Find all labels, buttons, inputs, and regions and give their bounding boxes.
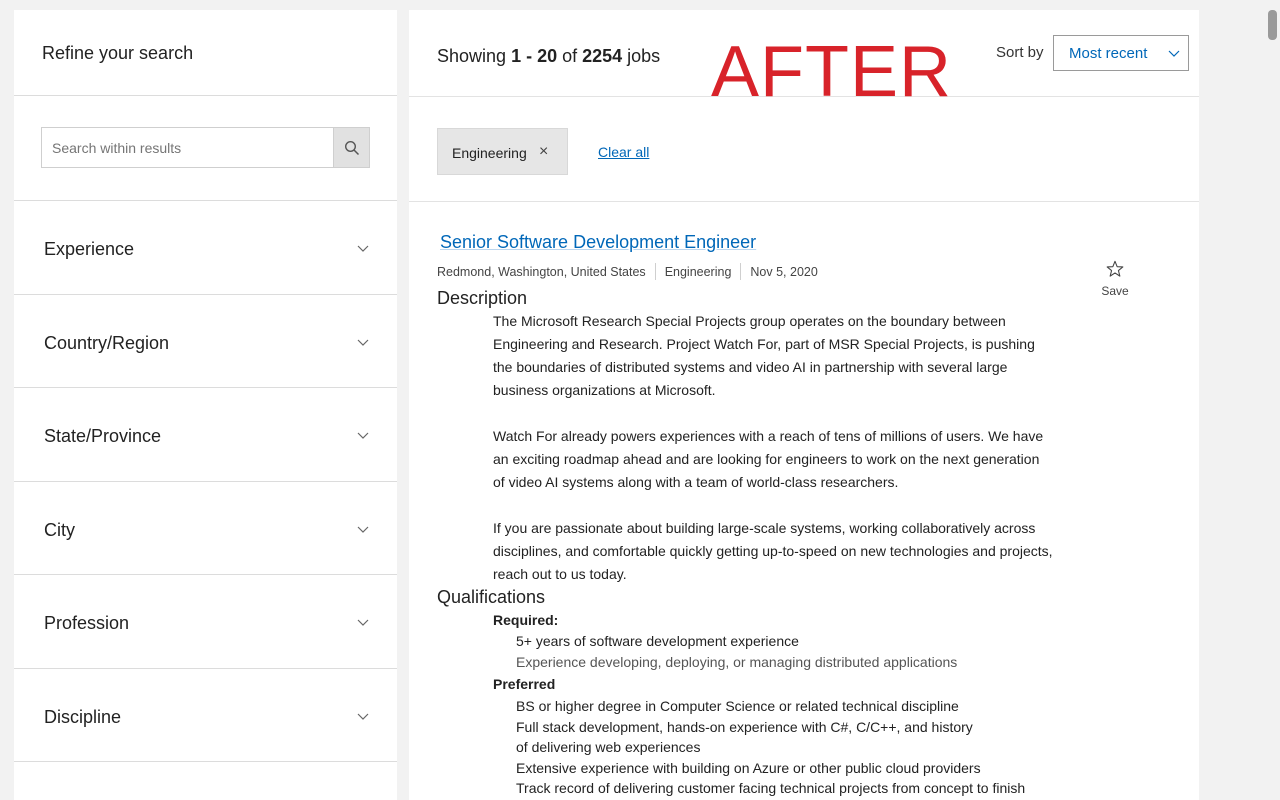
refine-sidebar: Refine your search Experience Country/Re… <box>14 10 397 800</box>
showing-prefix: Showing <box>437 46 512 66</box>
chevron-down-icon <box>357 245 369 252</box>
results-header: Showing 1 - 20 of 2254 jobs AFTER Sort b… <box>409 10 1199 108</box>
showing-range: 1 - 20 <box>511 46 558 66</box>
showing-total: 2254 <box>582 46 623 66</box>
scrollbar-thumb[interactable] <box>1265 10 1280 40</box>
list-item: Track record of delivering customer faci… <box>516 780 1026 796</box>
save-job-button[interactable]: Save <box>1101 260 1129 298</box>
chevron-down-icon <box>357 713 369 720</box>
filter-state-province[interactable]: State/Province <box>14 388 397 482</box>
required-heading: Required: <box>493 612 559 628</box>
chevron-down-icon <box>1168 50 1180 57</box>
required-list: 5+ years of software development experie… <box>516 631 1036 672</box>
filter-label: City <box>44 519 75 540</box>
filter-label: Profession <box>44 613 130 633</box>
meta-divider <box>740 263 742 280</box>
list-item: Experience developing, deploying, or man… <box>516 653 958 670</box>
clear-all-link[interactable]: Clear all <box>598 144 649 160</box>
description-paragraph: The Microsoft Research Special Projects … <box>493 313 1035 398</box>
filter-country-region[interactable]: Country/Region <box>14 295 397 388</box>
filter-discipline[interactable]: Discipline <box>14 669 397 762</box>
filter-profession[interactable]: Profession <box>14 575 397 669</box>
search-within-input[interactable] <box>41 127 334 168</box>
job-date: Nov 5, 2020 <box>750 264 818 279</box>
filter-label: State/Province <box>44 426 162 446</box>
filter-chip-engineering[interactable]: Engineering × <box>437 128 568 175</box>
chevron-down-icon <box>357 619 369 626</box>
list-item: Extensive experience with building on Az… <box>516 759 981 776</box>
description-paragraph: Watch For already powers experiences wit… <box>493 428 1044 490</box>
preferred-heading: Preferred <box>493 676 556 692</box>
job-discipline: Engineering <box>664 264 732 279</box>
filter-label: Discipline <box>44 706 122 727</box>
meta-divider <box>654 263 656 280</box>
job-location: Redmond, Washington, United States <box>437 264 646 279</box>
job-meta: Redmond, Washington, United States Engin… <box>437 263 818 280</box>
search-button[interactable] <box>334 127 370 168</box>
save-label: Save <box>1101 284 1129 298</box>
search-icon <box>344 140 359 155</box>
description-paragraph: If you are passionate about building lar… <box>493 520 1053 582</box>
chevron-down-icon <box>357 339 369 346</box>
job-title-link[interactable]: Senior Software Development Engineer <box>440 232 756 253</box>
list-item: BS or higher degree in Computer Science … <box>516 698 959 714</box>
search-within-row <box>14 96 397 201</box>
results-panel: Showing 1 - 20 of 2254 jobs AFTER Sort b… <box>409 10 1199 800</box>
close-icon[interactable]: × <box>539 143 548 161</box>
filter-experience[interactable]: Experience <box>14 201 397 295</box>
sort-label: Sort by <box>996 44 1044 61</box>
preferred-list: BS or higher degree in Computer Science … <box>516 696 1036 799</box>
chip-label: Engineering <box>452 145 527 161</box>
qualifications-heading: Qualifications <box>437 587 546 607</box>
active-filters-bar: Engineering × Clear all <box>409 97 1199 202</box>
filter-city[interactable]: City <box>14 482 397 575</box>
showing-suffix: jobs <box>622 46 661 66</box>
star-icon <box>1106 260 1124 277</box>
filter-label: Country/Region <box>44 332 170 353</box>
list-item: Full stack development, hands-on experie… <box>516 718 973 756</box>
description-heading: Description <box>437 288 528 308</box>
results-count: Showing 1 - 20 of 2254 jobs <box>437 46 660 67</box>
filter-label: Experience <box>44 239 135 259</box>
sort-value: Most recent <box>1069 45 1148 62</box>
chevron-down-icon <box>357 526 369 533</box>
chevron-down-icon <box>357 432 369 439</box>
showing-of: of <box>557 46 583 66</box>
list-item: 5+ years of software development experie… <box>516 633 799 649</box>
sort-dropdown[interactable]: Most recent <box>1053 35 1189 71</box>
job-description: The Microsoft Research Special Projects … <box>493 310 1053 609</box>
sidebar-title: Refine your search <box>14 10 397 96</box>
